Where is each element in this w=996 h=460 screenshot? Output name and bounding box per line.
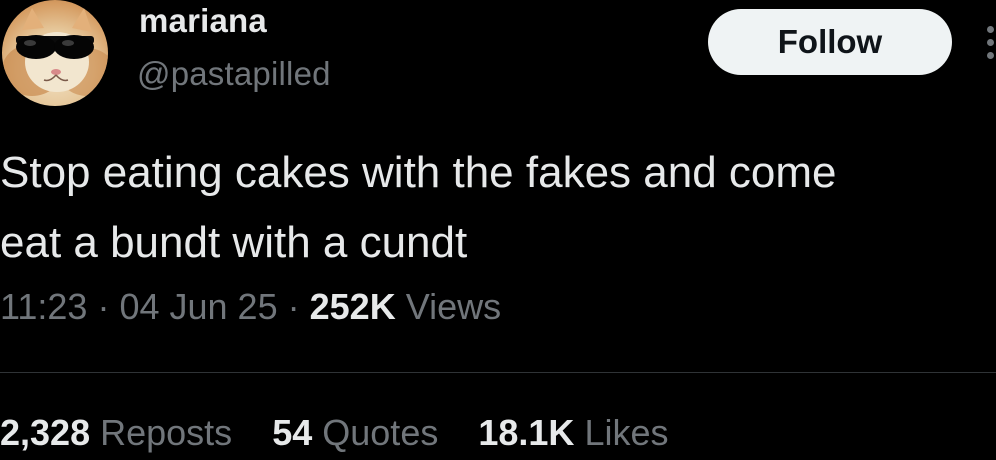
meta-separator: ·	[287, 286, 300, 327]
tweet-time[interactable]: 11:23	[0, 286, 87, 327]
user-handle[interactable]: @pastapilled	[137, 55, 331, 93]
quotes-stat[interactable]: 54 Quotes	[272, 412, 448, 453]
quotes-label: Quotes	[322, 412, 439, 453]
meta-separator: ·	[97, 286, 110, 327]
tweet-text: Stop eating cakes with the fakes and com…	[0, 148, 837, 267]
follow-button[interactable]: Follow	[708, 9, 952, 75]
likes-label: Likes	[584, 412, 669, 453]
quotes-count: 54	[272, 412, 313, 453]
avatar[interactable]	[2, 0, 108, 106]
likes-count: 18.1K	[478, 412, 575, 453]
views-count: 252K	[309, 286, 396, 327]
reposts-count: 2,328	[0, 412, 91, 453]
display-name[interactable]: mariana	[139, 2, 267, 40]
reposts-stat[interactable]: 2,328 Reposts	[0, 412, 242, 453]
views-label: Views	[405, 286, 502, 327]
engagement-stats: 2,328 Reposts 54 Quotes 18.1K Likes	[0, 412, 699, 454]
more-dots-icon[interactable]	[984, 26, 996, 66]
divider	[0, 372, 996, 373]
reposts-label: Reposts	[100, 412, 233, 453]
likes-stat[interactable]: 18.1K Likes	[478, 412, 668, 453]
tweet-meta: 11:23 · 04 Jun 25 · 252K Views	[0, 286, 501, 328]
tweet-date[interactable]: 04 Jun 25	[119, 286, 277, 327]
cat-sunglasses-avatar-image	[2, 8, 108, 96]
